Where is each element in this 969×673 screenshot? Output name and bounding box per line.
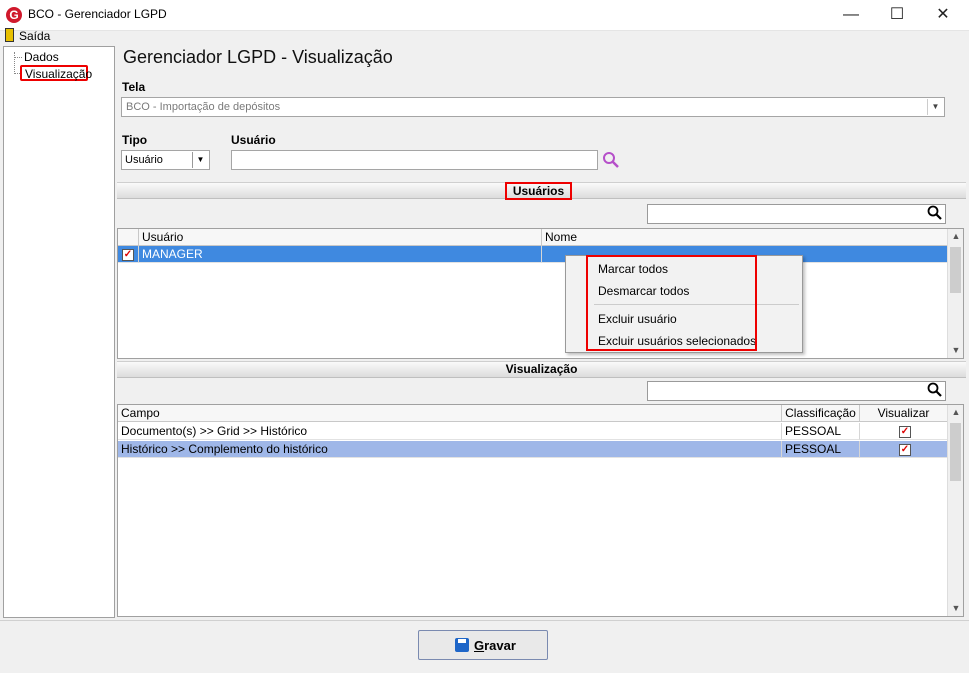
scroll-thumb[interactable] xyxy=(950,247,961,293)
search-icon[interactable] xyxy=(927,205,943,221)
visualizacao-search-input[interactable] xyxy=(647,381,946,401)
tree-connector xyxy=(14,52,15,74)
save-button[interactable]: Gravar xyxy=(418,630,548,660)
tipo-value: Usuário xyxy=(125,154,163,166)
usuarios-grid: Usuário Nome ✓ MANAGER ▲ ▼ xyxy=(117,228,964,359)
scroll-up-icon[interactable]: ▲ xyxy=(948,407,963,417)
app-logo-icon: G xyxy=(6,7,22,23)
chevron-down-icon[interactable]: ▼ xyxy=(927,99,943,115)
grid-header-campo[interactable]: Campo xyxy=(118,405,782,422)
page-title: Gerenciador LGPD - Visualização xyxy=(123,47,393,67)
usuarios-scrollbar[interactable]: ▲ ▼ xyxy=(947,229,963,358)
visualizar-checkbox[interactable]: ✓ xyxy=(899,444,911,456)
chevron-down-icon[interactable]: ▼ xyxy=(192,152,208,168)
usuarios-section-title: Usuários xyxy=(505,182,572,200)
table-row-checkcell[interactable]: ✓ xyxy=(118,246,139,263)
scroll-thumb[interactable] xyxy=(950,423,961,481)
grid-header-nome[interactable]: Nome xyxy=(542,229,948,246)
table-row-usuario[interactable]: MANAGER xyxy=(139,246,542,263)
table-row-classificacao[interactable]: PESSOAL xyxy=(782,423,860,440)
scroll-down-icon[interactable]: ▼ xyxy=(948,603,963,613)
close-button[interactable]: ✕ xyxy=(920,0,966,30)
scroll-down-icon[interactable]: ▼ xyxy=(948,345,963,355)
annotation-highlight xyxy=(586,255,757,351)
visualizacao-section-bar: Visualização xyxy=(117,361,966,378)
visualizar-checkbox[interactable]: ✓ xyxy=(899,426,911,438)
tela-select[interactable]: BCO - Importação de depósitos ▼ xyxy=(121,97,945,117)
tela-value: BCO - Importação de depósitos xyxy=(126,101,281,113)
tipo-label: Tipo xyxy=(122,133,148,147)
minimize-button[interactable]: — xyxy=(828,0,874,30)
navigation-tree xyxy=(3,46,115,618)
tree-item-dados[interactable]: Dados xyxy=(24,50,59,64)
window-title: BCO - Gerenciador LGPD xyxy=(28,7,167,21)
visualizacao-grid: Campo Classificação Visualizar Documento… xyxy=(117,404,964,617)
save-button-label: Gravar xyxy=(474,638,516,653)
footer-divider xyxy=(0,620,969,621)
tela-label: Tela xyxy=(122,80,146,94)
tipo-select[interactable]: Usuário ▼ xyxy=(121,150,210,170)
search-icon[interactable] xyxy=(602,151,620,169)
row-checkbox[interactable]: ✓ xyxy=(122,249,134,261)
menu-exit[interactable]: Saída xyxy=(19,29,50,43)
search-icon[interactable] xyxy=(927,382,943,398)
usuario-input[interactable] xyxy=(231,150,598,170)
tree-item-visualizacao[interactable]: Visualização xyxy=(20,65,92,81)
scroll-up-icon[interactable]: ▲ xyxy=(948,231,963,241)
table-row-campo[interactable]: Histórico >> Complemento do histórico xyxy=(118,441,782,458)
table-row-visualizar[interactable]: ✓ xyxy=(860,423,948,440)
table-row-classificacao[interactable]: PESSOAL xyxy=(782,441,860,458)
usuario-label: Usuário xyxy=(231,133,276,147)
tree-connector xyxy=(14,57,22,58)
grid-header-classificacao[interactable]: Classificação xyxy=(782,405,860,422)
table-row-campo[interactable]: Documento(s) >> Grid >> Histórico xyxy=(118,423,782,440)
grid-header-usuario[interactable]: Usuário xyxy=(139,229,542,246)
table-row-visualizar[interactable]: ✓ xyxy=(860,441,948,458)
visualizacao-scrollbar[interactable]: ▲ ▼ xyxy=(947,405,963,616)
exit-door-icon[interactable] xyxy=(5,28,14,42)
grid-header-check xyxy=(118,229,139,246)
usuarios-search-input[interactable] xyxy=(647,204,946,224)
maximize-button[interactable]: ☐ xyxy=(874,0,920,30)
grid-header-visualizar[interactable]: Visualizar xyxy=(860,405,948,422)
floppy-disk-icon xyxy=(455,638,469,652)
